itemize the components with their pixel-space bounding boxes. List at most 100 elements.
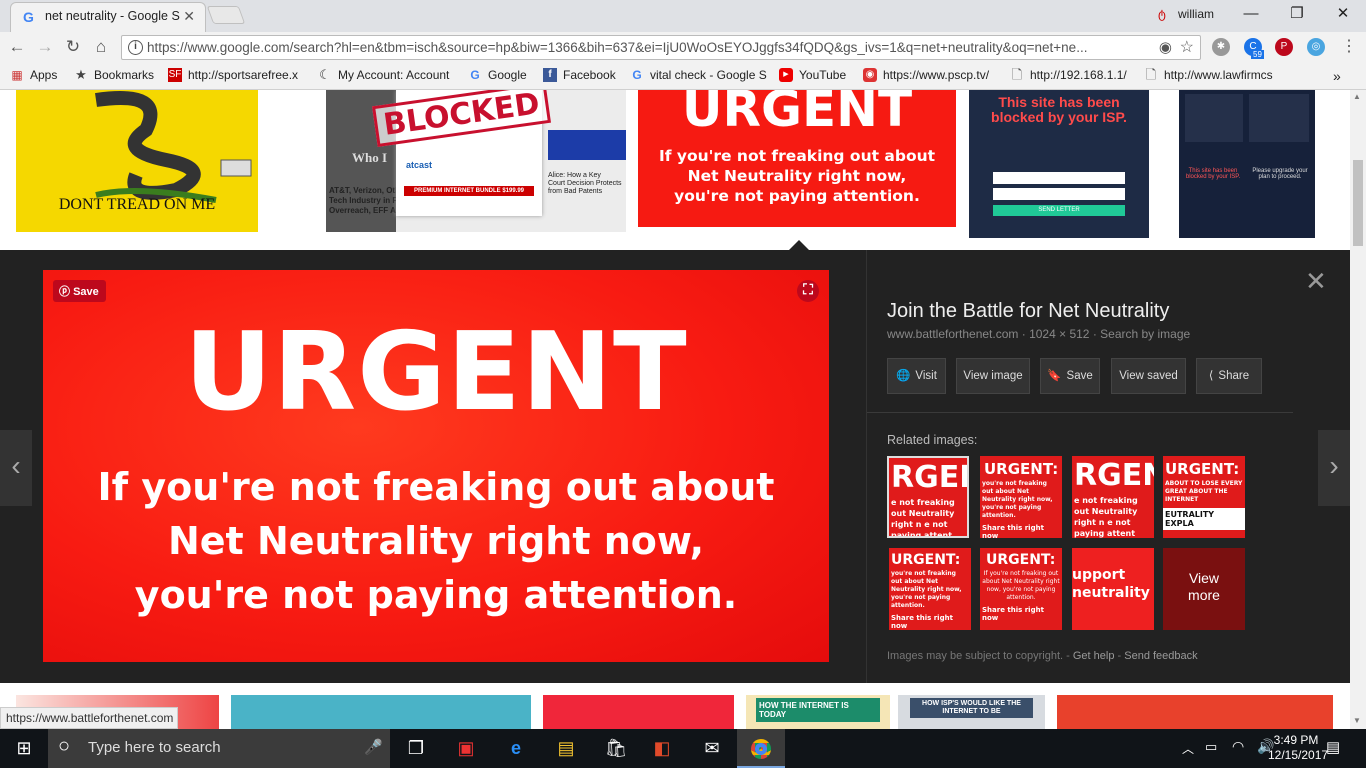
- send-feedback-link[interactable]: Send feedback: [1124, 650, 1197, 662]
- related-image[interactable]: RGEN e not freaking out Neutrality right…: [1072, 456, 1154, 538]
- result-thumb[interactable]: [543, 695, 734, 729]
- maximize-icon[interactable]: ❐: [1274, 0, 1320, 30]
- scrollbar[interactable]: ▲ ▼: [1350, 90, 1366, 729]
- extension-icon[interactable]: ✱: [1212, 38, 1230, 56]
- expand-icon[interactable]: ⛶: [797, 280, 819, 302]
- profile-icon: ტ: [1158, 7, 1166, 21]
- edge-icon[interactable]: e: [492, 729, 540, 768]
- image-subline: If you're not freaking out about Net Neu…: [97, 465, 775, 617]
- result-thumb-isp-blocked[interactable]: This site has been blocked by your ISP. …: [969, 90, 1149, 238]
- view-saved-button[interactable]: View saved: [1111, 358, 1186, 394]
- notifications-icon[interactable]: ▤: [1326, 738, 1340, 756]
- google-icon: G: [23, 9, 34, 25]
- store-icon[interactable]: 🛍: [592, 729, 640, 768]
- home-icon[interactable]: ⌂: [90, 37, 112, 59]
- close-tab-icon[interactable]: ✕: [183, 8, 195, 25]
- bookmark-icon: 🔖: [1047, 370, 1062, 382]
- related-image[interactable]: upport neutrality: [1072, 548, 1154, 630]
- pinterest-icon[interactable]: P: [1275, 38, 1293, 56]
- preview-image[interactable]: URGENT If you're not freaking out about …: [43, 270, 829, 662]
- back-icon[interactable]: ←: [6, 37, 28, 59]
- bookmark-router[interactable]: 🗋 http://192.168.1.1/: [1010, 68, 1134, 82]
- result-thumb-upgrade[interactable]: This site has been blocked by your ISP. …: [1179, 90, 1315, 238]
- result-thumb-urgent[interactable]: URGENT If you're not freaking out about …: [638, 90, 956, 227]
- thumb-upgrade-text2: Please upgrade your plan to proceed.: [1252, 168, 1308, 180]
- page-icon: 🗋: [1145, 68, 1157, 82]
- close-window-icon[interactable]: ✕: [1320, 0, 1366, 30]
- clock[interactable]: 3:49 PM 12/15/2017: [1268, 733, 1328, 763]
- share-button[interactable]: ⟨ Share: [1196, 358, 1262, 394]
- result-thumb[interactable]: HOW THE INTERNET IS TODAY: [746, 695, 890, 729]
- apps-icon: ▦: [11, 68, 23, 82]
- bookmark-bookmarks[interactable]: ★ Bookmarks: [74, 68, 162, 82]
- new-tab-button[interactable]: [206, 6, 246, 24]
- related-image[interactable]: URGENT: ABOUT TO LOSE EVERY GREAT ABOUT …: [1163, 456, 1245, 538]
- result-thumb[interactable]: [1057, 695, 1333, 729]
- reload-icon[interactable]: ↻: [62, 37, 84, 59]
- minimize-icon[interactable]: —: [1228, 0, 1274, 30]
- scroll-up-icon[interactable]: ▲: [1353, 92, 1361, 101]
- view-image-button[interactable]: View image: [956, 358, 1030, 394]
- bookmark-periscope[interactable]: ◉ https://www.pscp.tv/: [863, 68, 1001, 82]
- save-button[interactable]: 🔖 Save: [1040, 358, 1100, 394]
- selection-pointer: [789, 240, 809, 250]
- bookmark-facebook[interactable]: f Facebook: [543, 68, 621, 82]
- chrome-icon[interactable]: [737, 729, 785, 768]
- scroll-down-icon[interactable]: ▼: [1353, 716, 1361, 725]
- profile-name[interactable]: william: [1178, 7, 1214, 21]
- thumb-text: Who I: [352, 150, 388, 165]
- sf-icon: SF: [168, 68, 182, 82]
- comcast-icon: ☾: [319, 68, 331, 82]
- wifi-icon[interactable]: ◠: [1232, 738, 1244, 755]
- browser-toolbar: ← → ↻ ⌂ i https://www.google.com/search?…: [0, 32, 1366, 62]
- mail-icon[interactable]: ✉: [688, 729, 736, 768]
- image-domain[interactable]: www.battleforthenet.com: [887, 327, 1018, 341]
- bookmark-comcast[interactable]: ☾ My Account: Account: [318, 68, 456, 82]
- task-view-icon[interactable]: ❐: [392, 729, 440, 768]
- prev-arrow-icon[interactable]: ‹: [0, 430, 32, 506]
- thumb-upgrade-text: This site has been blocked by your ISP.: [1185, 168, 1241, 180]
- bookmark-youtube[interactable]: ▶ YouTube: [779, 68, 855, 82]
- bookmark-vital-check[interactable]: Gvital check - Google S: [630, 68, 768, 82]
- app-icon[interactable]: ◧: [638, 729, 686, 768]
- view-more-button[interactable]: View more: [1163, 548, 1245, 630]
- address-bar[interactable]: i https://www.google.com/search?hl=en&tb…: [121, 35, 1201, 60]
- forward-icon[interactable]: →: [34, 37, 56, 59]
- related-image[interactable]: URGENT: you're not freaking out about Ne…: [980, 456, 1062, 538]
- more-bookmarks-icon[interactable]: »: [1333, 68, 1341, 84]
- extension-icon-2[interactable]: ◎: [1307, 38, 1325, 56]
- info-icon[interactable]: i: [128, 40, 143, 55]
- related-image[interactable]: URGENT: If you're not freaking out about…: [980, 548, 1062, 630]
- close-icon[interactable]: ✕: [1305, 266, 1327, 297]
- bookmark-star-icon[interactable]: ☆: [1180, 37, 1194, 57]
- visit-button[interactable]: 🌐 Visit: [887, 358, 946, 394]
- search-by-image-link[interactable]: Search by image: [1100, 327, 1190, 341]
- image-title[interactable]: Join the Battle for Net Neutrality: [887, 300, 1169, 323]
- bookmark-google[interactable]: G Google: [468, 68, 534, 82]
- clock-time: 3:49 PM: [1273, 733, 1319, 747]
- related-image[interactable]: RGEN e not freaking out Neutrality right…: [887, 456, 969, 538]
- reader-app-icon[interactable]: ▣: [442, 729, 490, 768]
- get-help-link[interactable]: Get help: [1073, 650, 1115, 662]
- windows-start-icon[interactable]: ⊞: [0, 729, 48, 768]
- bookmark-apps[interactable]: ▦ Apps: [10, 68, 70, 82]
- result-thumb[interactable]: HOW ISP'S WOULD LIKE THE INTERNET TO BE: [898, 695, 1045, 729]
- tab-active[interactable]: G net neutrality - Google S ✕: [10, 2, 206, 32]
- star-icon: ★: [75, 68, 87, 82]
- result-thumb[interactable]: [231, 695, 531, 729]
- menu-icon[interactable]: ⋮: [1338, 37, 1360, 59]
- file-explorer-icon[interactable]: ▤: [542, 729, 590, 768]
- microphone-icon[interactable]: 🎤: [364, 738, 383, 756]
- location-icon[interactable]: ◉: [1159, 38, 1172, 56]
- result-thumb-gadsden[interactable]: DONT TREAD ON ME: [16, 90, 258, 232]
- result-thumb-blocked[interactable]: Who I AT&T, Verizon, Oth Tech Industry in…: [326, 90, 626, 232]
- bookmark-lawfirm[interactable]: 🗋 http://www.lawfirmcs: [1144, 68, 1280, 82]
- related-image[interactable]: URGENT: you're not freaking out about Ne…: [889, 548, 971, 630]
- bookmark-sportsarefree[interactable]: SF http://sportsarefree.x: [168, 68, 308, 82]
- taskbar-search[interactable]: ○ Type here to search 🎤: [48, 729, 390, 768]
- tray-chevron-icon[interactable]: ︿: [1182, 740, 1194, 757]
- pinterest-save-button[interactable]: ⓟ Save: [53, 280, 106, 302]
- image-headline: URGENT: [184, 310, 688, 435]
- battery-icon[interactable]: ▭: [1205, 739, 1217, 755]
- thumb-isp-title: This site has been blocked by your ISP.: [991, 94, 1127, 125]
